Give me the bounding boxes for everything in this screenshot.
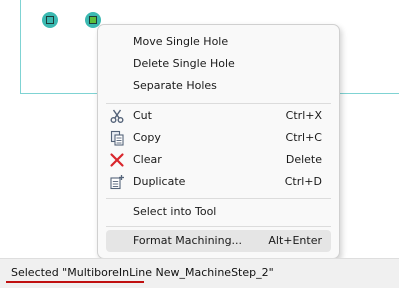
- menu-item-label: Copy: [133, 131, 161, 144]
- menu-item-label: Select into Tool: [133, 205, 217, 218]
- hole-center-square: [46, 16, 54, 24]
- menu-item-separate-holes[interactable]: Separate Holes: [106, 75, 331, 97]
- menu-item-shortcut: Ctrl+C: [285, 131, 322, 144]
- menu-separator: [106, 103, 331, 104]
- menu-item-delete-single-hole[interactable]: Delete Single Hole: [106, 53, 331, 75]
- menu-item-clear[interactable]: Clear Delete: [106, 149, 331, 171]
- menu-item-format-machining[interactable]: Format Machining... Alt+Enter: [106, 230, 331, 252]
- status-bar: Selected "MultiboreInLine New_MachineSte…: [0, 258, 399, 288]
- panel-edge-left: [20, 0, 21, 93]
- menu-item-copy[interactable]: Copy Ctrl+C: [106, 127, 331, 149]
- context-menu: Move Single Hole Delete Single Hole Sepa…: [97, 24, 340, 259]
- menu-item-duplicate[interactable]: Duplicate Ctrl+D: [106, 171, 331, 193]
- menu-item-label: Format Machining...: [133, 234, 243, 247]
- menu-item-select-into-tool[interactable]: Select into Tool: [106, 201, 331, 223]
- menu-item-shortcut: Delete: [285, 153, 322, 166]
- menu-item-cut[interactable]: Cut Ctrl+X: [106, 105, 331, 127]
- menu-item-shortcut: Ctrl+X: [285, 109, 322, 122]
- menu-item-label: Move Single Hole: [133, 35, 229, 48]
- menu-separator: [106, 226, 331, 227]
- menu-item-label: Duplicate: [133, 175, 186, 188]
- menu-item-label: Separate Holes: [133, 79, 217, 92]
- menu-item-move-single-hole[interactable]: Move Single Hole: [106, 31, 331, 53]
- menu-item-shortcut: Alt+Enter: [268, 234, 322, 247]
- menu-item-label: Delete Single Hole: [133, 57, 235, 70]
- menu-separator: [106, 198, 331, 199]
- status-underline-annotation: [6, 281, 144, 283]
- menu-item-label: Cut: [133, 109, 152, 122]
- red-x-icon: [110, 153, 124, 167]
- menu-item-label: Clear: [133, 153, 162, 166]
- hole-center-square-selected: [89, 16, 97, 24]
- hole-marker[interactable]: [42, 12, 58, 28]
- scissors-icon: [110, 109, 124, 123]
- menu-item-shortcut: Ctrl+D: [284, 175, 322, 188]
- copy-icon: [110, 130, 124, 146]
- status-text: Selected "MultiboreInLine New_MachineSte…: [11, 266, 274, 279]
- duplicate-icon: [110, 175, 124, 190]
